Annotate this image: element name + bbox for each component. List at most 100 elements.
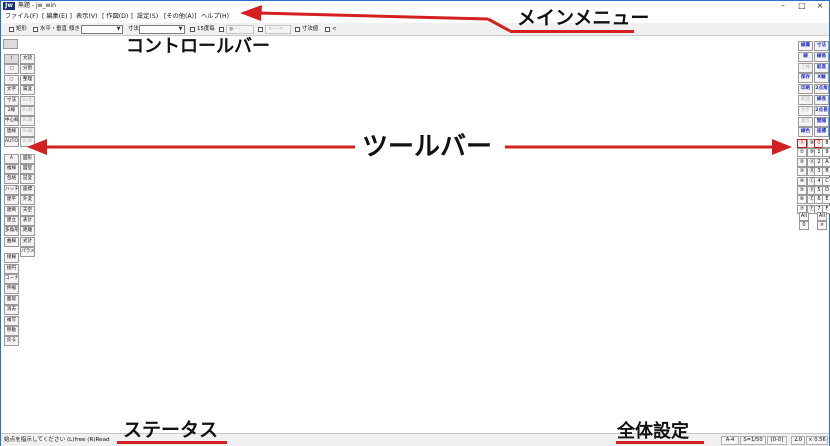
left-tool2-17[interactable]: 表計 — [20, 216, 35, 226]
right-tool-8[interactable]: 線色 — [798, 127, 813, 138]
left-tool-3[interactable]: 文字 — [4, 85, 19, 96]
right-tool-6[interactable]: 文字 — [798, 105, 813, 116]
left-tool-0[interactable]: / — [4, 54, 19, 64]
left-tool-7[interactable]: 連線 — [4, 126, 19, 137]
left-tool2-3[interactable]: 整理 — [20, 74, 35, 85]
left-tool2-12[interactable]: 図登 — [20, 164, 35, 174]
left-tool-12[interactable]: 包絡 — [4, 174, 19, 185]
left-tool2-14[interactable]: 座標 — [20, 184, 35, 195]
layer-group-5[interactable]: ⑤ — [797, 186, 807, 195]
drawing-canvas[interactable] — [37, 37, 794, 433]
left-tool2-13[interactable]: 記変 — [20, 174, 35, 185]
tilt-combo[interactable]: ▼ — [81, 25, 123, 34]
layer-group-2[interactable]: ② — [797, 157, 807, 167]
right-tool-1[interactable]: 線 — [798, 51, 813, 62]
rect-checkbox[interactable] — [9, 27, 14, 32]
menu-settings[interactable]: 設定(S) — [137, 13, 158, 21]
zoom-level[interactable]: × 0.56 — [806, 436, 828, 445]
layer-group-6[interactable]: ⑥ — [797, 195, 807, 205]
left-tool2-19[interactable]: 式計 — [20, 236, 35, 247]
right-tool2-0[interactable]: 寸法 — [814, 41, 829, 51]
left-tool-22[interactable]: コーナー — [4, 274, 19, 284]
left-tool-23[interactable]: 伸縮 — [4, 284, 19, 295]
right-tool-5[interactable]: 範囲 — [798, 95, 813, 105]
left-tool-20[interactable]: 接線 — [4, 253, 19, 264]
layer-group-all-button[interactable]: All — [799, 212, 809, 221]
left-tool2-7[interactable]: BL属 — [20, 116, 35, 127]
right-tool2-7[interactable]: 間隔 — [814, 116, 829, 127]
menu-file[interactable]: ファイル(F) — [5, 13, 38, 21]
left-tool2-1[interactable]: 文読 — [20, 54, 35, 64]
layer-group-0[interactable]: ⓪ — [797, 139, 807, 148]
menu-help[interactable]: ヘルプ(H) — [201, 13, 229, 21]
rubber-checkbox[interactable] — [190, 27, 195, 32]
left-tool-15[interactable]: 建断 — [4, 205, 19, 216]
left-tool-26[interactable]: 複写 — [4, 315, 19, 326]
menu-other[interactable]: [その他(A)] — [164, 13, 196, 21]
left-tool-1[interactable]: □ — [4, 64, 19, 75]
left-tool-10[interactable]: A — [4, 153, 19, 164]
left-tool-28[interactable]: 戻る — [4, 336, 19, 347]
left-tool-17[interactable]: 多角形 — [4, 226, 19, 237]
right-tool2-5[interactable]: 線長 — [814, 95, 829, 105]
left-tool-2[interactable]: ○ — [4, 74, 19, 85]
right-tool2-4[interactable]: 2点角 — [814, 84, 829, 95]
left-tool-27[interactable]: 移動 — [4, 326, 19, 336]
layer-group-1[interactable]: ① — [797, 148, 807, 158]
right-tool-0[interactable]: 線属 — [798, 41, 813, 51]
menu-draw[interactable]: [ 作図(D) ] — [102, 13, 133, 21]
left-tool2-9[interactable]: BL終 — [20, 137, 35, 148]
right-tool2-2[interactable]: 鉛直 — [814, 62, 829, 73]
layer-b-6[interactable]: E — [822, 195, 830, 205]
scale-setting[interactable]: S=1/50 — [740, 436, 766, 445]
right-tool2-1[interactable]: 線角 — [814, 51, 829, 62]
angle-setting[interactable]: ∠0 — [791, 436, 805, 445]
left-tool2-6[interactable]: BL解 — [20, 106, 35, 116]
right-tool2-6[interactable]: 2点長 — [814, 105, 829, 116]
layer-group-all-value[interactable]: 0 — [799, 221, 809, 230]
layer-group-3[interactable]: ③ — [797, 167, 807, 177]
minimize-button[interactable]: – — [776, 1, 790, 11]
left-tool2-20[interactable]: パラメ — [20, 247, 35, 258]
paper-size[interactable]: A-4 — [721, 436, 739, 445]
dim-arrow-box[interactable]: <----> — [265, 25, 291, 34]
left-tool-13[interactable]: ハッチ — [4, 184, 19, 195]
left-tool2-11[interactable]: 図形 — [20, 153, 35, 164]
dim-value-checkbox[interactable] — [295, 27, 300, 32]
layer-b-1[interactable]: 9 — [822, 148, 830, 158]
dim-dot-box[interactable]: ●---- — [226, 25, 254, 34]
left-tool-6[interactable]: 中心線 — [4, 116, 19, 127]
layer-b-0[interactable]: 8 — [822, 139, 830, 148]
layer-close-icon[interactable]: × — [817, 221, 827, 230]
menu-view[interactable]: 表示(V) — [76, 13, 97, 21]
left-tool-25[interactable]: 消去 — [4, 305, 19, 316]
left-tool-5[interactable]: 2線 — [4, 106, 19, 116]
left-tool-24[interactable]: 面取 — [4, 294, 19, 305]
right-tool2-3[interactable]: X軸 — [814, 73, 829, 84]
menu-edit[interactable]: [ 編集(E) ] — [42, 13, 72, 21]
hv-checkbox[interactable] — [33, 27, 38, 32]
layer-b-3[interactable]: B — [822, 167, 830, 177]
left-tool2-16[interactable]: 天空 — [20, 205, 35, 216]
dim-combo[interactable]: ▼ — [139, 25, 185, 34]
left-tool2-2[interactable]: 分割 — [20, 64, 35, 75]
layer-b-4[interactable]: C — [822, 176, 830, 186]
right-tool-4[interactable]: 印刷 — [798, 84, 813, 95]
layer-state[interactable]: [0-0] — [767, 436, 787, 445]
right-tool-2[interactable]: 上線 — [798, 62, 813, 73]
right-tool-3[interactable]: 保存 — [798, 73, 813, 84]
left-tool-18[interactable]: 曲線 — [4, 236, 19, 247]
left-tool-21[interactable]: 接円 — [4, 263, 19, 274]
left-tool-8[interactable]: AUTO — [4, 137, 19, 148]
layer-b-5[interactable]: D — [822, 186, 830, 195]
right-tool-7[interactable]: 複写 — [798, 116, 813, 127]
left-tool-4[interactable]: 寸法 — [4, 95, 19, 106]
maximize-button[interactable]: □ — [795, 1, 809, 11]
lt-checkbox[interactable] — [325, 27, 330, 32]
left-tool-14[interactable]: 建平 — [4, 195, 19, 206]
left-tool2-18[interactable]: 距離 — [20, 226, 35, 237]
layer-all-button[interactable]: All — [817, 212, 827, 221]
dim-arrow-checkbox[interactable] — [258, 27, 263, 32]
left-tool-16[interactable]: 建立 — [4, 216, 19, 226]
right-tool2-8[interactable]: 座標 — [814, 127, 829, 138]
